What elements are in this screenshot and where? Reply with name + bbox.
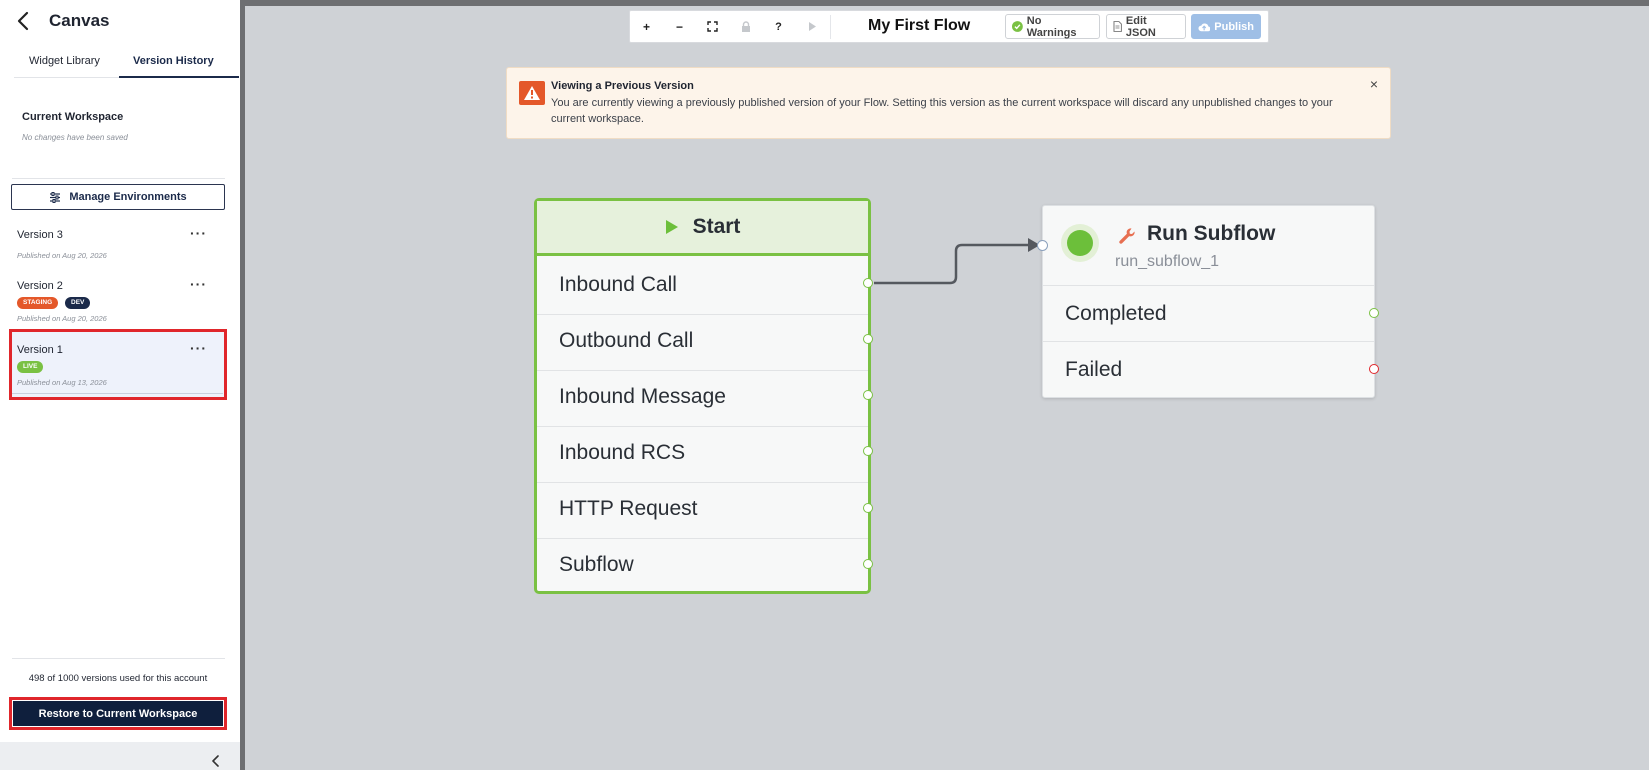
- start-widget-title: Start: [692, 215, 741, 238]
- output-port[interactable]: [863, 446, 873, 456]
- trigger-label: Outbound Call: [559, 329, 694, 352]
- run-subflow-header: Run Subflow run_subflow_1: [1043, 206, 1374, 286]
- transition-label: Failed: [1065, 358, 1123, 381]
- run-subflow-title: Run Subflow: [1147, 222, 1276, 245]
- trigger-row: Inbound RCS: [537, 427, 868, 483]
- output-port[interactable]: [863, 390, 873, 400]
- output-port-completed[interactable]: [1369, 308, 1379, 318]
- output-port[interactable]: [863, 334, 873, 344]
- run-subflow-widget[interactable]: Run Subflow run_subflow_1 Completed Fail…: [1042, 205, 1375, 398]
- output-port-failed[interactable]: [1369, 364, 1379, 374]
- trigger-row: Inbound Call: [537, 259, 868, 315]
- trigger-label: Inbound RCS: [559, 441, 686, 464]
- transition-row: Completed: [1043, 286, 1374, 342]
- input-port[interactable]: [1037, 240, 1048, 251]
- trigger-row: Subflow: [537, 539, 868, 595]
- output-port[interactable]: [863, 559, 873, 569]
- trigger-label: HTTP Request: [559, 497, 698, 520]
- trigger-row: HTTP Request: [537, 483, 868, 539]
- widget-name: run_subflow_1: [1115, 253, 1220, 270]
- output-port[interactable]: [863, 503, 873, 513]
- start-widget[interactable]: Start Inbound Call Outbound Call Inbound…: [534, 198, 871, 594]
- trigger-label: Inbound Call: [559, 273, 677, 296]
- transition-label: Completed: [1065, 302, 1167, 325]
- status-indicator: [1061, 224, 1099, 262]
- start-widget-header: Start: [537, 201, 868, 256]
- wrench-icon: [1119, 228, 1135, 244]
- trigger-label: Inbound Message: [559, 385, 726, 408]
- transition-row: Failed: [1043, 342, 1374, 398]
- output-port[interactable]: [863, 278, 873, 288]
- trigger-label: Subflow: [559, 553, 634, 576]
- trigger-row: Outbound Call: [537, 315, 868, 371]
- play-icon: [665, 220, 678, 234]
- trigger-row: Inbound Message: [537, 371, 868, 427]
